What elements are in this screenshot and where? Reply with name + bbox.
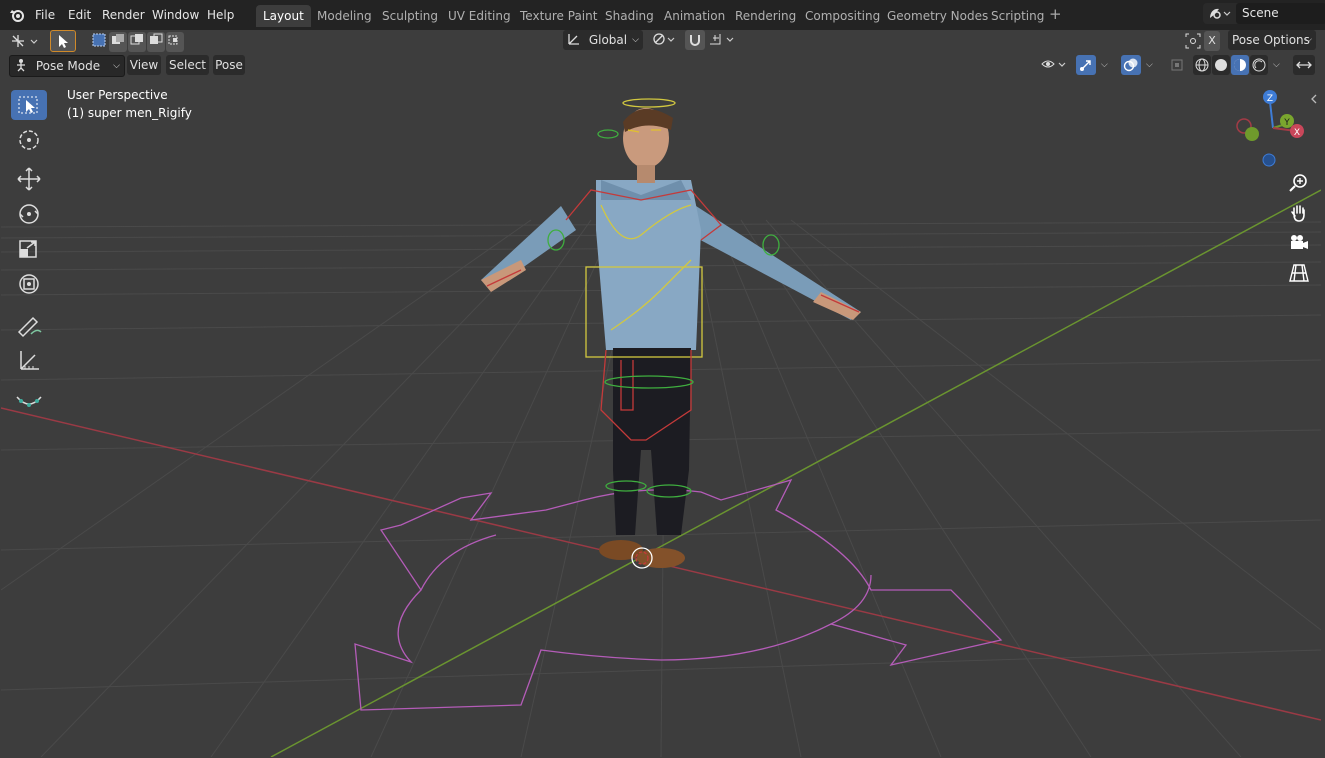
- tab-shading[interactable]: Shading: [598, 5, 661, 27]
- perspective-label: User Perspective: [67, 88, 168, 102]
- transform-icon: [19, 274, 39, 294]
- gizmo-toggle-button[interactable]: [1076, 55, 1096, 75]
- select-extend-icon[interactable]: [109, 32, 127, 52]
- tab-scripting[interactable]: Scripting: [984, 5, 1051, 27]
- pan-hand-icon: [1291, 205, 1305, 222]
- grid-perspective-icon: [1289, 264, 1309, 282]
- select-intersect-icon[interactable]: [166, 32, 184, 52]
- gizmo-z-label: Z: [1267, 94, 1273, 104]
- shading-rendered-button[interactable]: [1250, 55, 1268, 75]
- snap-target-button[interactable]: [706, 30, 738, 50]
- sidebar-toggle-button[interactable]: [1293, 55, 1315, 75]
- tab-animation[interactable]: Animation: [657, 5, 732, 27]
- pose-options-label: Pose Options: [1232, 33, 1310, 47]
- visibility-button[interactable]: [1039, 55, 1071, 75]
- viewport-scene: Z Y X: [1, 30, 1321, 757]
- pivot-point-button[interactable]: [649, 30, 679, 50]
- camera-view-button[interactable]: [1287, 231, 1311, 255]
- mode-value: Pose Mode: [35, 59, 101, 73]
- gizmo-x-label: X: [1294, 128, 1300, 138]
- measure-icon: [20, 351, 39, 370]
- scale-icon: [19, 240, 37, 258]
- pose-mode-icon: [17, 59, 25, 72]
- top-bar: File Edit Render Window Help Layout Mode…: [0, 0, 1325, 30]
- camera-icon: [1291, 235, 1308, 249]
- shading-material-button[interactable]: [1231, 55, 1249, 75]
- transform-orientation-value: Global: [588, 33, 628, 47]
- scene-icon[interactable]: [1207, 6, 1231, 22]
- tab-rendering[interactable]: Rendering: [728, 5, 803, 27]
- pan-button[interactable]: [1287, 201, 1311, 225]
- transform-orientation-dropdown[interactable]: Global ⌵: [563, 30, 643, 50]
- active-object-label: (1) super men_Rigify: [67, 106, 192, 120]
- menu-pose[interactable]: Pose: [213, 55, 245, 75]
- mode-dropdown[interactable]: Pose Mode ⌵: [9, 55, 125, 77]
- zoom-icon: [1289, 174, 1307, 192]
- sidebar-collapse-chevron-icon[interactable]: [1309, 93, 1319, 105]
- select-difference-icon[interactable]: [147, 32, 165, 52]
- orientation-icon: [568, 34, 579, 45]
- overlays-toggle-button[interactable]: [1121, 55, 1141, 75]
- cursor-icon: [19, 130, 39, 150]
- select-subtract-icon[interactable]: [128, 32, 146, 52]
- relax-icon: [16, 396, 42, 407]
- move-tool[interactable]: [11, 164, 47, 194]
- menu-view[interactable]: View: [127, 55, 161, 75]
- move-icon: [17, 167, 41, 191]
- transform-affect-icon[interactable]: [1184, 32, 1202, 50]
- tab-texture-paint[interactable]: Texture Paint: [513, 5, 604, 27]
- annotate-tool[interactable]: [11, 310, 47, 340]
- rotate-icon: [19, 204, 39, 224]
- zoom-button[interactable]: [1287, 171, 1311, 195]
- blender-logo-icon[interactable]: [9, 7, 25, 23]
- relax-tool[interactable]: [11, 385, 47, 415]
- xray-toggle-button[interactable]: [1167, 55, 1187, 75]
- menu-edit[interactable]: Edit: [68, 7, 91, 23]
- menu-render[interactable]: Render: [102, 7, 145, 23]
- x-mirror-button[interactable]: X: [1204, 31, 1220, 51]
- tab-sculpting[interactable]: Sculpting: [375, 5, 445, 27]
- chevron-down-icon: ⌵: [1305, 35, 1312, 45]
- transform-pivot-icon[interactable]: [9, 31, 41, 51]
- chevron-down-icon[interactable]: ⌵: [1146, 60, 1156, 70]
- chevron-down-icon: ⌵: [113, 61, 120, 71]
- select-mode-button[interactable]: [50, 30, 76, 52]
- cursor-tool[interactable]: [11, 125, 47, 155]
- menu-help[interactable]: Help: [207, 7, 234, 23]
- shading-solid-button[interactable]: [1212, 55, 1230, 75]
- tab-layout[interactable]: Layout: [256, 5, 311, 27]
- select-box-icon: [18, 96, 38, 114]
- 3d-viewport[interactable]: Z Y X Global ⌵ X Pose Options ⌵ Pose Mod…: [1, 30, 1321, 757]
- add-workspace-icon[interactable]: +: [1049, 6, 1062, 22]
- rotate-tool[interactable]: [11, 199, 47, 229]
- transform-tool[interactable]: [11, 269, 47, 299]
- snap-toggle-button[interactable]: [685, 30, 705, 50]
- shading-wireframe-button[interactable]: [1193, 55, 1211, 75]
- tab-compositing[interactable]: Compositing: [798, 5, 887, 27]
- gizmo-y-label: Y: [1283, 118, 1290, 128]
- chevron-down-icon[interactable]: ⌵: [1273, 60, 1283, 70]
- tab-modeling[interactable]: Modeling: [310, 5, 379, 27]
- perspective-toggle-button[interactable]: [1287, 261, 1311, 285]
- select-new-icon[interactable]: [90, 32, 108, 52]
- scene-name-field[interactable]: Scene: [1236, 3, 1325, 24]
- measure-tool[interactable]: [11, 345, 47, 375]
- scale-tool[interactable]: [11, 234, 47, 264]
- annotate-icon: [17, 316, 42, 338]
- select-box-tool[interactable]: [11, 90, 47, 120]
- menu-file[interactable]: File: [35, 7, 55, 23]
- menu-select[interactable]: Select: [166, 55, 209, 75]
- chevron-down-icon: ⌵: [632, 35, 639, 45]
- tab-uv-editing[interactable]: UV Editing: [441, 5, 518, 27]
- pose-options-dropdown[interactable]: Pose Options ⌵: [1228, 30, 1316, 50]
- menu-window[interactable]: Window: [152, 7, 199, 23]
- chevron-down-icon[interactable]: ⌵: [1101, 60, 1111, 70]
- tab-geometry-nodes[interactable]: Geometry Nodes: [880, 5, 995, 27]
